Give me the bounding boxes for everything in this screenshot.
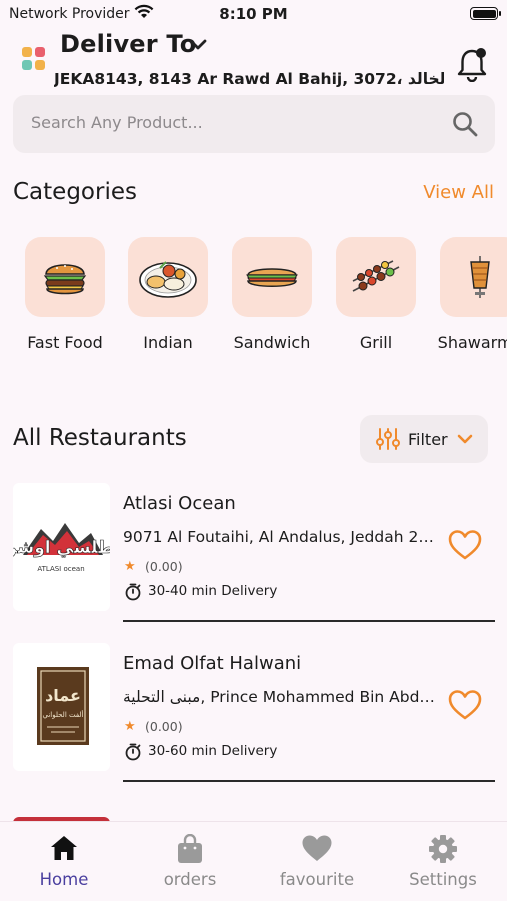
heart-outline-icon[interactable] (447, 689, 483, 721)
restaurant-rating: (0.00) (145, 719, 183, 734)
delivery-address[interactable]: JEKA8143, 8143 Ar Rawd Al Bahij, 3072، ح… (54, 70, 444, 88)
categories-heading: Categories (13, 179, 137, 205)
nav-label: Home (39, 870, 89, 889)
nav-label: orders (163, 870, 217, 889)
bottom-navigation: Home orders favourite Settings (0, 821, 507, 900)
status-bar: Network Provider 8:10 PM (0, 0, 507, 28)
restaurant-name: Atlasi Ocean (123, 493, 236, 514)
category-shawarma[interactable]: Shawarma (430, 236, 507, 352)
nav-favourite[interactable]: favourite (254, 822, 380, 901)
chevron-down-icon[interactable] (188, 38, 208, 52)
heart-outline-icon[interactable] (447, 529, 483, 561)
all-restaurants-heading: All Restaurants (13, 425, 187, 451)
delivery-time: 30-40 min Delivery (148, 583, 278, 599)
deliver-to-title[interactable]: Deliver To (60, 30, 196, 58)
filter-label: Filter (408, 430, 448, 449)
shopping-bag-icon (178, 834, 202, 863)
atlasi-logo-image: اطلسي اوشن ATLASI ocean (13, 523, 110, 573)
restaurant-card[interactable]: عماد ألفت الحلواني Emad Olfat Halwani مب… (0, 643, 507, 793)
category-fast-food[interactable]: Fast Food (15, 236, 115, 352)
delivery-time: 30-60 min Delivery (148, 743, 278, 759)
restaurant-rating: (0.00) (145, 559, 183, 574)
restaurant-logo: اطلسي اوشن ATLASI ocean (13, 483, 110, 611)
nav-orders[interactable]: orders (127, 822, 253, 901)
app-logo-icon (22, 47, 46, 71)
category-sandwich[interactable]: Sandwich (222, 236, 322, 352)
divider (123, 620, 495, 622)
restaurant-logo: عماد ألفت الحلواني (13, 643, 110, 771)
view-all-link[interactable]: View All (423, 182, 494, 203)
nav-home[interactable]: Home (1, 822, 127, 901)
sandwich-icon (246, 268, 298, 287)
filter-button[interactable]: Filter (360, 415, 488, 463)
star-icon: ★ (124, 719, 136, 734)
category-label: Indian (143, 333, 193, 352)
timer-icon (125, 743, 141, 761)
battery-icon (470, 7, 501, 20)
gear-icon (429, 835, 457, 863)
nav-label: favourite (279, 870, 355, 889)
category-label: Shawarma (437, 333, 507, 352)
indian-platter-icon (139, 261, 197, 298)
search-bar[interactable] (13, 95, 495, 153)
category-label: Sandwich (233, 333, 311, 352)
category-label: Fast Food (27, 333, 103, 352)
shawarma-icon (470, 256, 490, 298)
category-label: Grill (359, 333, 393, 352)
clock-time: 8:10 PM (219, 5, 288, 23)
logo-text: عماد (45, 686, 81, 705)
category-indian[interactable]: Indian (118, 236, 218, 352)
timer-icon (125, 583, 141, 601)
restaurant-address: مبنى التحلية, Prince Mohammed Bin Abdula… (123, 688, 435, 706)
nav-settings[interactable]: Settings (380, 822, 506, 901)
search-input[interactable] (31, 113, 431, 132)
divider (123, 780, 495, 782)
nav-label: Settings (409, 870, 477, 889)
burger-icon (43, 264, 87, 295)
logo-subtext: ألفت الحلواني (43, 710, 84, 719)
notification-bell-icon[interactable] (455, 46, 489, 82)
emad-logo-image: عماد ألفت الحلواني (37, 667, 89, 745)
search-icon[interactable] (451, 110, 479, 138)
heart-icon (302, 835, 332, 861)
home-icon (51, 836, 77, 860)
logo-subtext: ATLASI ocean (37, 565, 84, 573)
category-grill[interactable]: Grill (326, 236, 426, 352)
categories-carousel[interactable]: Fast Food Indian Sandwich Grill Shawarm (0, 236, 507, 366)
restaurant-address: 9071 Al Foutaihi, Al Andalus, Jeddah 233… (123, 528, 435, 546)
star-icon: ★ (124, 559, 136, 574)
logo-text: اطلسي اوشن (13, 538, 110, 558)
restaurant-name: Emad Olfat Halwani (123, 653, 302, 674)
chevron-down-icon (457, 434, 473, 444)
skewers-icon (352, 260, 400, 292)
sliders-icon (376, 428, 400, 450)
restaurant-card[interactable]: اطلسي اوشن ATLASI ocean Atlasi Ocean 907… (0, 483, 507, 633)
